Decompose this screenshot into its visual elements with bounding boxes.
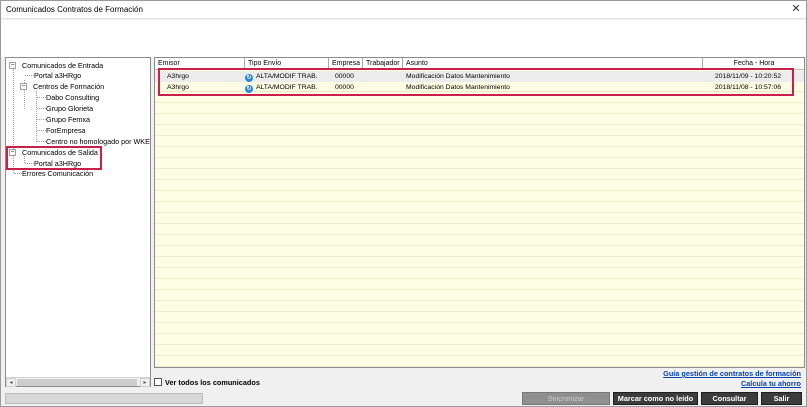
envio-icon: ↻ [245, 74, 253, 82]
cell-tipo-envio: ↻ ALTA/MODIF TRAB. [245, 82, 329, 93]
tree-item-errores-comunicacion[interactable]: Errores Comunicación [22, 168, 93, 179]
scroll-right-icon[interactable]: ▸ [140, 378, 150, 387]
tree-connector [37, 108, 46, 109]
tree-connector [25, 75, 34, 76]
column-header-fecha-hora[interactable]: Fecha - Hora [703, 58, 804, 69]
marcar-no-leido-button[interactable]: Marcar como no leído [613, 392, 698, 405]
grid-header: Emisor Tipo Envío Empresa Trabajador Asu… [155, 58, 804, 70]
envio-icon: ↻ [245, 85, 253, 93]
column-header-tipo-envio[interactable]: Tipo Envío [245, 58, 329, 69]
tree-item-centro-no-homologado[interactable]: Centro no homologado por WKE [46, 136, 150, 147]
tree-item-grupo-femxa[interactable]: Grupo Femxa [46, 114, 90, 125]
ver-todos-label: Ver todos los comunicados [165, 378, 260, 387]
column-header-trabajador[interactable]: Trabajador [363, 58, 403, 69]
collapse-icon[interactable]: − [20, 83, 27, 90]
cell-trabajador [365, 71, 403, 82]
table-row[interactable]: A3hrgo ↻ ALTA/MODIF TRAB. 00000 Modificac… [155, 82, 804, 93]
tree-item-label: Dabo Consulting [46, 93, 100, 102]
progress-status-bar [5, 393, 203, 404]
tree-connector [36, 91, 37, 142]
scroll-left-icon[interactable]: ◂ [6, 378, 16, 387]
collapse-icon[interactable]: − [9, 62, 16, 69]
grid-row-lines [155, 70, 804, 367]
cell-asunto: Modificación Datos Mantenimiento [406, 84, 510, 91]
window-title: Comunicados Contratos de Formación [6, 5, 143, 14]
tree-item-label: Errores Comunicación [22, 169, 94, 178]
calcula-ahorro-link[interactable]: Calcula tu ahorro [741, 379, 801, 388]
communications-grid: Emisor Tipo Envío Empresa Trabajador Asu… [154, 57, 805, 368]
cell-tipo-envio-text: ALTA/MODIF TRAB. [256, 73, 318, 80]
tree-item-label: Portal a3HRgo [34, 159, 82, 168]
title-bar: Comunicados Contratos de Formación ✕ [1, 1, 806, 19]
column-header-asunto[interactable]: Asunto [403, 58, 703, 69]
tree-item-forempresa[interactable]: ForEmpresa [46, 125, 86, 136]
tree-connector [37, 130, 46, 131]
tree-item-dabo-consulting[interactable]: Dabo Consulting [46, 92, 99, 103]
cell-asunto: Modificación Datos Mantenimiento [406, 73, 510, 80]
dialog-window: Comunicados Contratos de Formación ✕ − C… [0, 0, 807, 407]
tree-connector [13, 69, 14, 173]
consultar-button[interactable]: Consultar [701, 392, 758, 405]
sincronizar-button[interactable]: Sincronizar [522, 392, 610, 405]
tree-item-label: Comunicados de Salida [22, 148, 98, 157]
close-icon[interactable]: ✕ [789, 3, 803, 16]
collapse-icon[interactable]: − [9, 149, 16, 156]
tree-item-grupo-glorieta[interactable]: Grupo Glorieta [46, 103, 93, 114]
scroll-thumb[interactable] [17, 379, 137, 386]
table-row[interactable]: A3hrgo ↻ ALTA/MODIF TRAB. 00000 Modificac… [155, 71, 804, 82]
cell-tipo-envio-text: ALTA/MODIF TRAB. [256, 84, 318, 91]
tree-panel: − Comunicados de Entrada Portal a3HRgo −… [5, 57, 151, 387]
tree-item-label: Grupo Femxa [46, 115, 90, 124]
cell-emisor: A3hrgo [167, 73, 189, 80]
tree-connector [14, 173, 22, 174]
tree-connector [25, 163, 34, 164]
ver-todos-checkbox[interactable] [154, 378, 162, 386]
cell-empresa: 00000 [335, 73, 354, 80]
guia-gestion-link[interactable]: Guía gestión de contratos de formación [663, 369, 801, 378]
grid-body: A3hrgo ↻ ALTA/MODIF TRAB. 00000 Modificac… [155, 70, 804, 367]
column-header-emisor[interactable]: Emisor [155, 58, 245, 69]
tree-connector [37, 119, 46, 120]
tree-horizontal-scrollbar[interactable]: ◂ ▸ [6, 377, 150, 387]
tree-connector [37, 97, 46, 98]
communications-tree: − Comunicados de Entrada Portal a3HRgo −… [6, 58, 150, 376]
column-header-empresa[interactable]: Empresa [329, 58, 363, 69]
top-blank-area [1, 20, 806, 57]
tree-item-label: Centro no homologado por WKE [46, 137, 150, 146]
tree-item-label: Grupo Glorieta [46, 104, 94, 113]
cell-empresa: 00000 [335, 84, 354, 91]
cell-fecha-hora: 2018/11/08 - 10:57:06 [715, 84, 782, 91]
cell-fecha-hora: 2018/11/09 - 10:20:52 [715, 73, 782, 80]
tree-connector [37, 141, 46, 142]
cell-trabajador [365, 82, 403, 93]
tree-item-portal-entrada[interactable]: Portal a3HRgo [34, 70, 81, 81]
salir-button[interactable]: Salir [761, 392, 802, 405]
tree-item-label: Centros de Formación [33, 82, 105, 91]
tree-item-label: Portal a3HRgo [34, 71, 82, 80]
cell-tipo-envio: ↻ ALTA/MODIF TRAB. [245, 71, 329, 82]
cell-emisor: A3hrgo [167, 84, 189, 91]
tree-item-label: ForEmpresa [46, 126, 86, 135]
